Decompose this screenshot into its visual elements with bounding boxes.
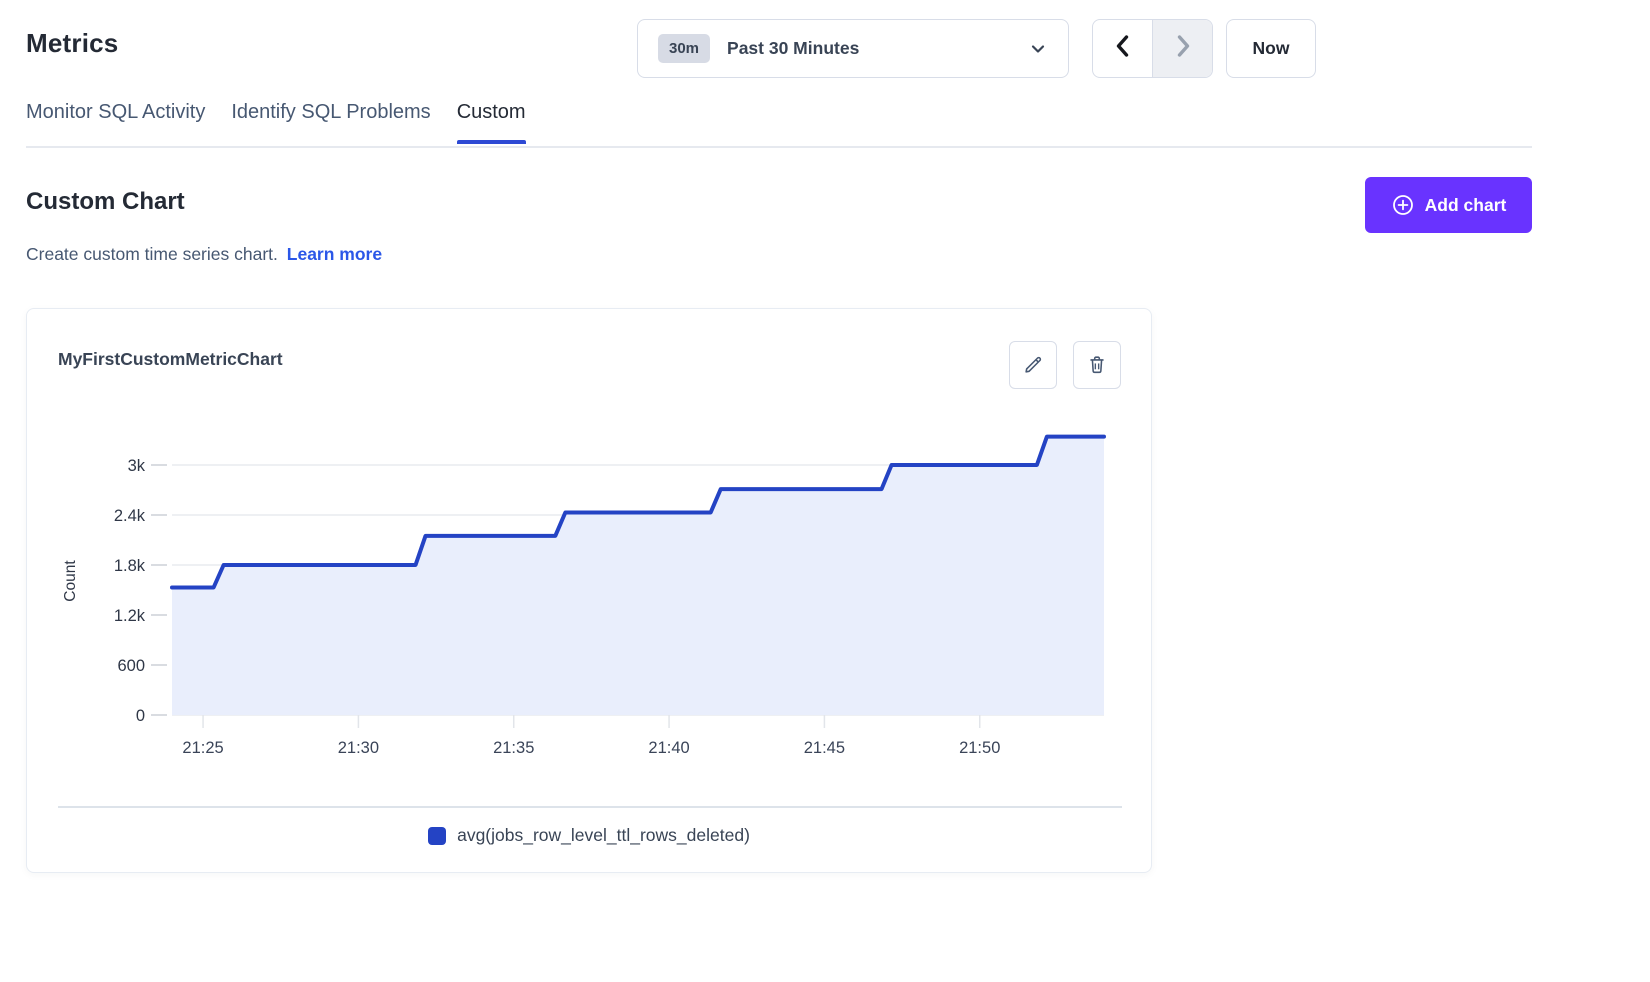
edit-chart-button[interactable] <box>1009 341 1057 389</box>
chevron-right-icon <box>1171 33 1195 64</box>
previous-interval-button[interactable] <box>1093 20 1153 77</box>
pencil-icon <box>1022 354 1044 376</box>
section-subtitle: Create custom time series chart. Learn m… <box>26 244 382 265</box>
svg-text:21:30: 21:30 <box>338 739 379 757</box>
add-chart-label: Add chart <box>1425 195 1507 216</box>
series-legend-label: avg(jobs_row_level_ttl_rows_deleted) <box>457 825 750 846</box>
chart-plot-area[interactable]: 0 600 1.2k 1.8k 2.4k 3k 21:25 21:30 21:35 21:40 21… <box>47 409 1127 779</box>
legend-item[interactable]: avg(jobs_row_level_ttl_rows_deleted) <box>27 825 1151 846</box>
svg-text:600: 600 <box>117 657 145 675</box>
section-title: Custom Chart <box>26 188 185 216</box>
next-interval-button[interactable] <box>1153 20 1212 77</box>
svg-text:1.2k: 1.2k <box>114 607 146 625</box>
plus-circle-icon <box>1391 193 1415 217</box>
trash-icon <box>1086 354 1108 376</box>
add-chart-button[interactable]: Add chart <box>1365 177 1532 233</box>
chevron-left-icon <box>1111 33 1135 64</box>
chart-title: MyFirstCustomMetricChart <box>58 349 283 370</box>
svg-text:21:50: 21:50 <box>959 739 1000 757</box>
svg-text:1.8k: 1.8k <box>114 557 146 575</box>
time-range-badge: 30m <box>658 34 710 63</box>
learn-more-link[interactable]: Learn more <box>287 244 382 264</box>
svg-text:21:25: 21:25 <box>182 739 223 757</box>
svg-text:21:35: 21:35 <box>493 739 534 757</box>
svg-text:Count: Count <box>62 560 79 602</box>
svg-text:3k: 3k <box>128 457 146 475</box>
time-range-label: Past 30 Minutes <box>727 38 859 59</box>
svg-text:2.4k: 2.4k <box>114 507 146 525</box>
tabs-divider <box>26 146 1532 148</box>
delete-chart-button[interactable] <box>1073 341 1121 389</box>
time-range-selector[interactable]: 30m Past 30 Minutes <box>637 19 1069 78</box>
tab-monitor-sql-activity[interactable]: Monitor SQL Activity <box>26 101 205 144</box>
page-title: Metrics <box>26 28 118 59</box>
now-button[interactable]: Now <box>1226 19 1316 78</box>
chevron-down-icon <box>1028 39 1048 59</box>
legend-divider <box>58 806 1122 808</box>
svg-text:21:40: 21:40 <box>648 739 689 757</box>
tab-custom[interactable]: Custom <box>457 101 526 144</box>
tab-identify-sql-problems[interactable]: Identify SQL Problems <box>231 101 430 144</box>
custom-chart-card: MyFirstCustomMetricChart 0 600 1.2k 1.8k 2.4… <box>26 308 1152 873</box>
time-nav-group <box>1092 19 1213 78</box>
svg-text:21:45: 21:45 <box>804 739 845 757</box>
subtitle-text: Create custom time series chart. <box>26 244 278 264</box>
svg-text:0: 0 <box>136 707 145 725</box>
series-color-swatch <box>428 827 446 845</box>
tab-bar: Monitor SQL Activity Identify SQL Proble… <box>26 101 526 144</box>
